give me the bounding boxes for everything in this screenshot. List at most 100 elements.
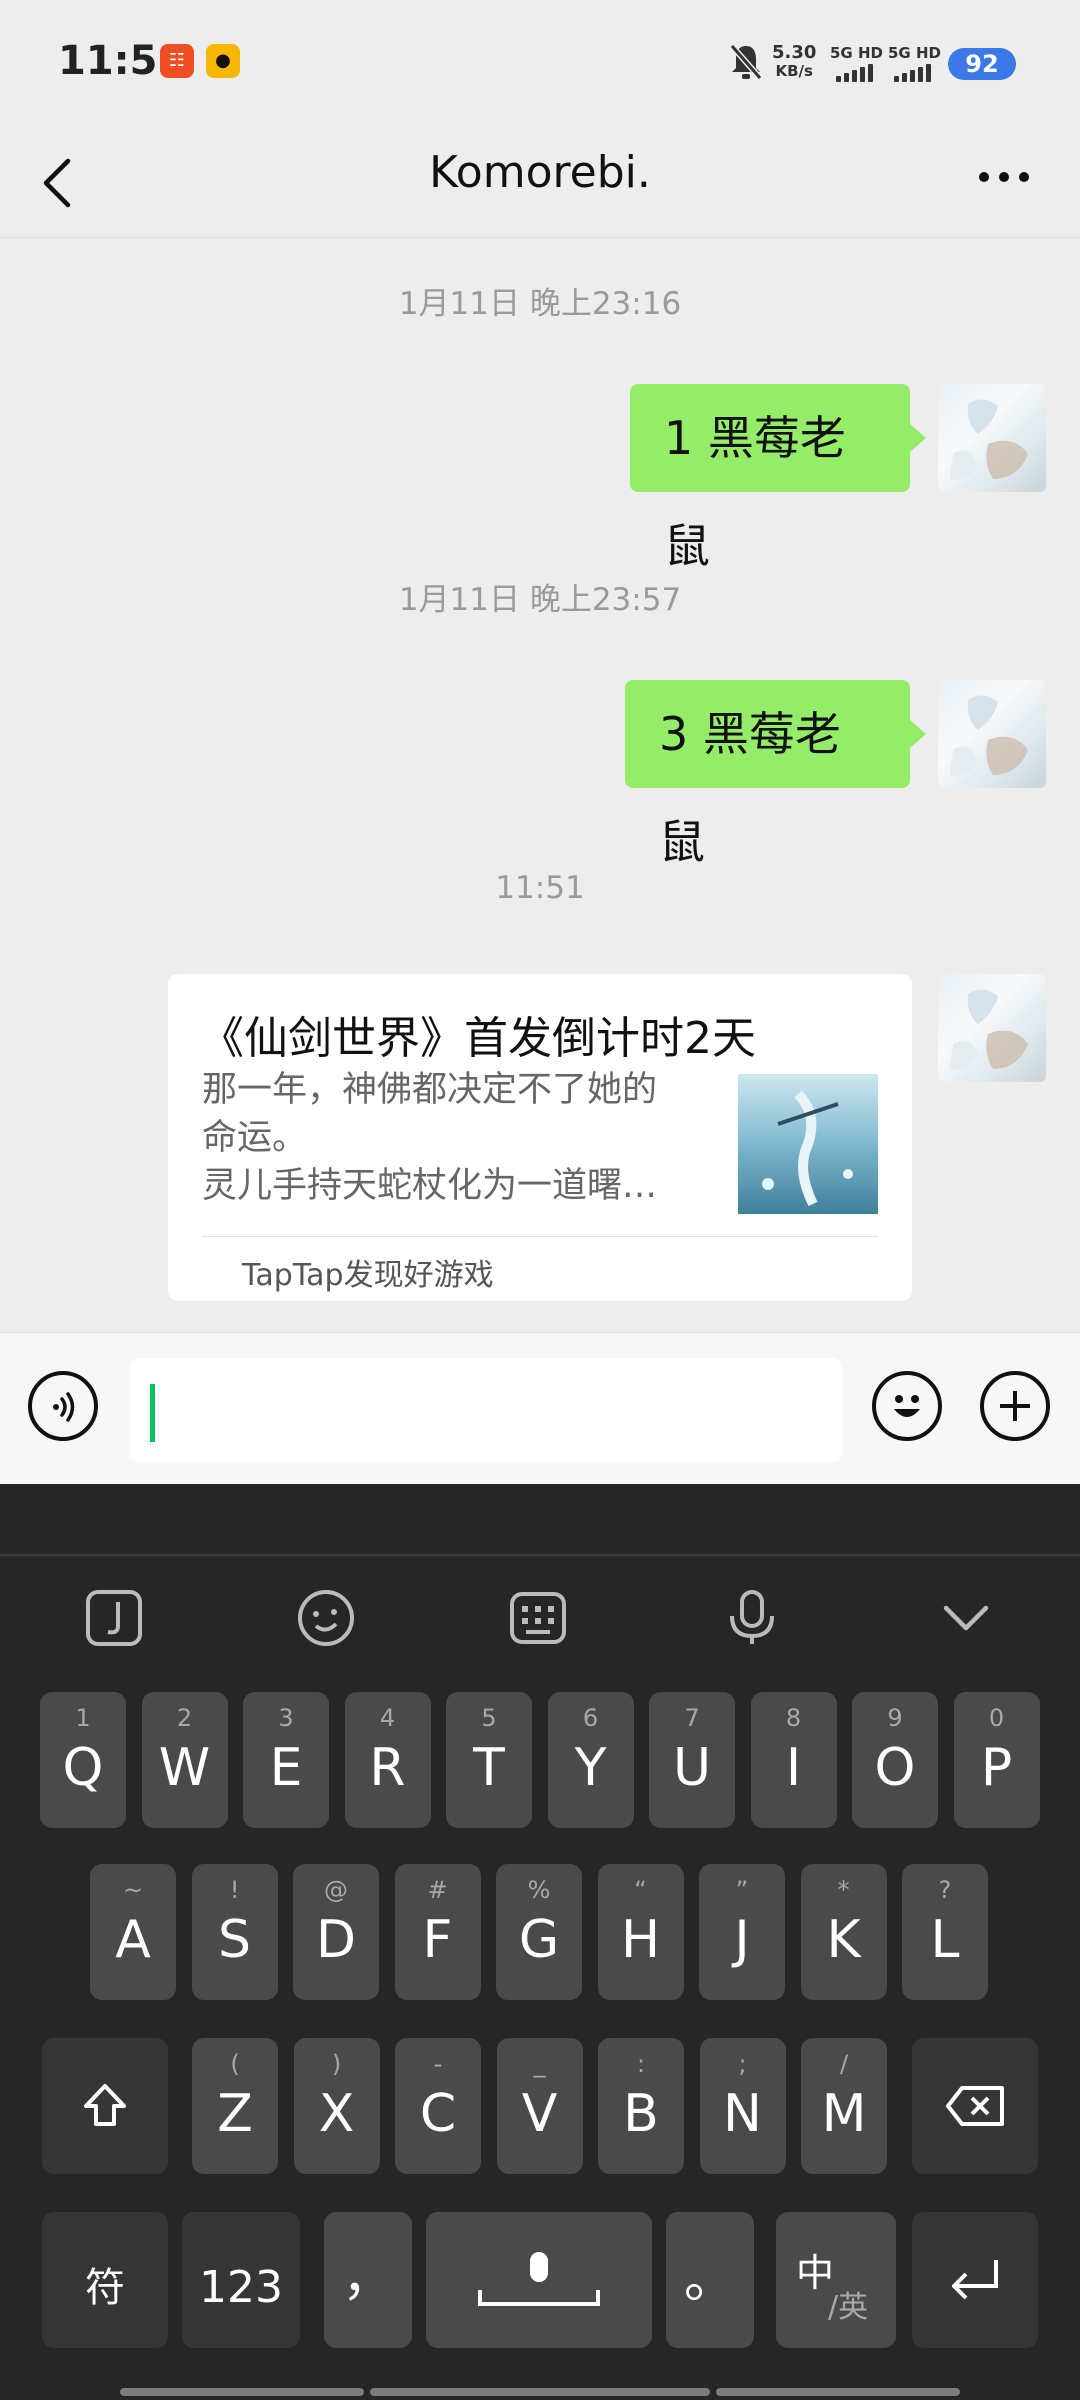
- mute-bell-icon: [729, 44, 763, 80]
- enter-key[interactable]: [912, 2212, 1038, 2348]
- backspace-key[interactable]: [912, 2038, 1038, 2174]
- key-secondary-label: *: [837, 1876, 850, 1904]
- microphone-icon[interactable]: [722, 1588, 782, 1648]
- key-r[interactable]: 4R: [344, 1692, 431, 1828]
- voice-icon[interactable]: [28, 1371, 98, 1441]
- language-toggle-key[interactable]: 中 /英: [776, 2212, 896, 2348]
- text-caret: [150, 1384, 155, 1442]
- period-key[interactable]: 。: [666, 2212, 754, 2348]
- space-key[interactable]: [426, 2212, 652, 2348]
- avatar[interactable]: [938, 680, 1046, 788]
- key-label: O: [874, 1738, 916, 1798]
- key-label: H: [620, 1910, 661, 1970]
- signal-1-label: 5G HD: [830, 44, 883, 62]
- key-l[interactable]: ? L: [902, 1864, 988, 2000]
- key-d[interactable]: @ D: [293, 1864, 379, 2000]
- battery-indicator: 92: [948, 48, 1016, 80]
- net-speed: 5.30 KB/s: [772, 44, 816, 81]
- card-description: 那一年，神佛都决定不了她的 命运。 灵儿手持天蛇杖化为一道曙…: [202, 1066, 702, 1210]
- key-label: N: [723, 2084, 762, 2144]
- key-label: E: [269, 1738, 303, 1798]
- key-label: S: [217, 1910, 251, 1970]
- key-secondary-label: (: [230, 2050, 240, 2078]
- key-secondary-label: ?: [938, 1876, 952, 1904]
- net-speed-unit: KB/s: [775, 62, 813, 80]
- key-t[interactable]: 5T: [446, 1692, 532, 1828]
- key-secondary-label: 7: [684, 1704, 700, 1732]
- input-bar: [0, 1332, 1080, 1485]
- key-secondary-label: 4: [379, 1704, 396, 1732]
- key-label: ，: [341, 2248, 394, 2308]
- key-secondary-label: 9: [887, 1704, 903, 1732]
- key-j[interactable]: ” J: [699, 1864, 785, 2000]
- key-v[interactable]: _ V: [496, 2038, 583, 2174]
- key-secondary-label: ): [331, 2050, 342, 2078]
- shift-key[interactable]: [42, 2038, 168, 2174]
- plus-icon[interactable]: [980, 1371, 1050, 1441]
- key-h[interactable]: “H: [597, 1864, 684, 2000]
- key-g[interactable]: % G: [496, 1864, 582, 2000]
- card-desc-line: 那一年，神佛都决定不了她的: [202, 1070, 658, 1110]
- signal-1-bars-icon: [836, 64, 873, 82]
- nav-bar-segment: [716, 2388, 960, 2396]
- key-label: 。: [683, 2250, 736, 2310]
- key-label: 符: [85, 2265, 125, 2311]
- key-label: G: [518, 1910, 560, 1970]
- comma-key[interactable]: ，: [324, 2212, 412, 2348]
- key-secondary-label: _: [533, 2050, 546, 2078]
- key-y[interactable]: 6Y: [547, 1692, 634, 1828]
- key-secondary-label: ;: [738, 2050, 747, 2078]
- key-label: A: [115, 1910, 151, 1970]
- link-card[interactable]: 《仙剑世界》首发倒计时2天 那一年，神佛都决定不了她的 命运。 灵儿手持天蛇杖化…: [168, 974, 912, 1301]
- key-u[interactable]: 7U: [649, 1692, 735, 1828]
- key-c[interactable]: -C: [395, 2038, 481, 2174]
- chevron-down-icon[interactable]: [936, 1588, 996, 1648]
- key-label: J: [734, 1910, 750, 1970]
- key-o[interactable]: 9O: [852, 1692, 938, 1828]
- key-label: Z: [217, 2084, 253, 2144]
- numbers-key[interactable]: 123: [182, 2212, 300, 2348]
- message-input[interactable]: [130, 1358, 842, 1462]
- key-secondary-label: #: [427, 1876, 448, 1904]
- app-notification-icon: ☷: [160, 44, 194, 78]
- key-label: B: [623, 2084, 659, 2144]
- avatar[interactable]: [938, 974, 1046, 1082]
- emoji-icon[interactable]: [872, 1371, 942, 1441]
- key-k[interactable]: * K: [800, 1864, 887, 2000]
- key-z[interactable]: (Z: [192, 2038, 278, 2174]
- key-secondary-label: 5: [481, 1704, 497, 1732]
- key-x[interactable]: ) X: [293, 2038, 380, 2174]
- timestamp: 1月11日 晚上23:57: [398, 582, 682, 618]
- clipboard-icon[interactable]: [84, 1588, 144, 1648]
- message-bubble[interactable]: 1 黑莓老鼠: [630, 384, 910, 573]
- avatar[interactable]: [938, 384, 1046, 492]
- message-bubble[interactable]: 3 黑莓老鼠: [625, 680, 910, 869]
- key-w[interactable]: 2W: [141, 1692, 228, 1828]
- key-label: C: [419, 2084, 457, 2144]
- key-n[interactable]: ; N: [699, 2038, 786, 2174]
- key-label: M: [821, 2084, 867, 2144]
- key-m[interactable]: / M: [801, 2038, 887, 2174]
- key-secondary-label: ”: [735, 1876, 749, 1904]
- key-p[interactable]: 0P: [953, 1692, 1040, 1828]
- key-f[interactable]: # F: [394, 1864, 481, 2000]
- more-dots-icon[interactable]: [976, 167, 1032, 187]
- nav-bar-segment: [120, 2388, 364, 2396]
- key-secondary-label: @: [324, 1876, 348, 1904]
- key-s[interactable]: ! S: [191, 1864, 278, 2000]
- emoji-face-icon[interactable]: [296, 1588, 356, 1648]
- key-i[interactable]: 8I: [750, 1692, 837, 1828]
- lang-sub-label: /英: [828, 2290, 869, 2325]
- symbols-key[interactable]: 符: [42, 2212, 168, 2348]
- keyboard-icon[interactable]: [508, 1588, 568, 1648]
- key-secondary-label: :: [636, 2050, 646, 2078]
- key-secondary-label: /: [839, 2050, 849, 2078]
- key-a[interactable]: ~ A: [90, 1864, 176, 2000]
- backspace-icon: [946, 2086, 1004, 2126]
- key-label: K: [826, 1910, 861, 1970]
- key-q[interactable]: 1Q: [40, 1692, 126, 1828]
- key-secondary-label: 0: [988, 1704, 1005, 1732]
- key-b[interactable]: :B: [598, 2038, 684, 2174]
- chat-title: Komorebi.: [429, 147, 651, 198]
- key-e[interactable]: 3E: [243, 1692, 329, 1828]
